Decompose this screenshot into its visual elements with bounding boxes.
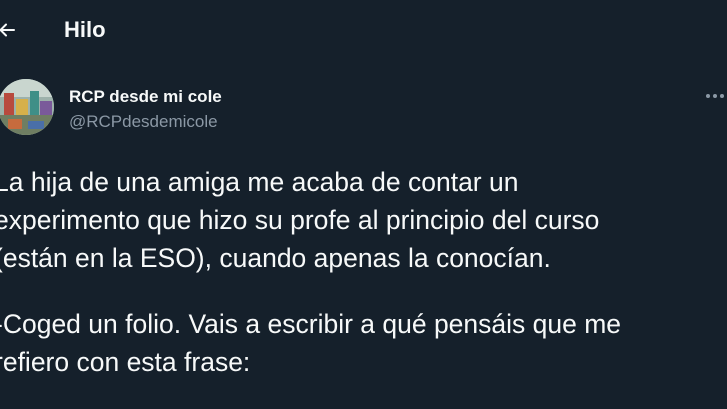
tweet-line: refiero con esta frase:	[0, 347, 251, 377]
page-title: Hilo	[64, 17, 106, 42]
tweet-line: -Coged un folio. Vais a escribir a qué p…	[0, 309, 622, 339]
author-handle[interactable]: @RCPdesdemicole	[69, 112, 218, 132]
tweet-thread-view: Hilo RCP desde mi cole @RCPdesdemicole L…	[0, 0, 727, 409]
avatar-photo-icon	[0, 79, 54, 135]
more-options-icon	[706, 94, 724, 98]
thread-header: Hilo	[0, 0, 727, 60]
back-button[interactable]	[0, 16, 22, 44]
tweet-line: experimento que hizo su profe al princip…	[0, 205, 600, 235]
tweet-text: La hija de una amiga me acaba de contar …	[0, 163, 727, 381]
avatar[interactable]	[0, 79, 54, 135]
arrow-left-icon	[0, 23, 15, 37]
tweet-line: La hija de una amiga me acaba de contar …	[0, 167, 519, 197]
more-options-button[interactable]	[700, 86, 727, 106]
author-name[interactable]: RCP desde mi cole	[69, 87, 222, 107]
tweet-line: (están en la ESO), cuando apenas la cono…	[0, 243, 551, 273]
